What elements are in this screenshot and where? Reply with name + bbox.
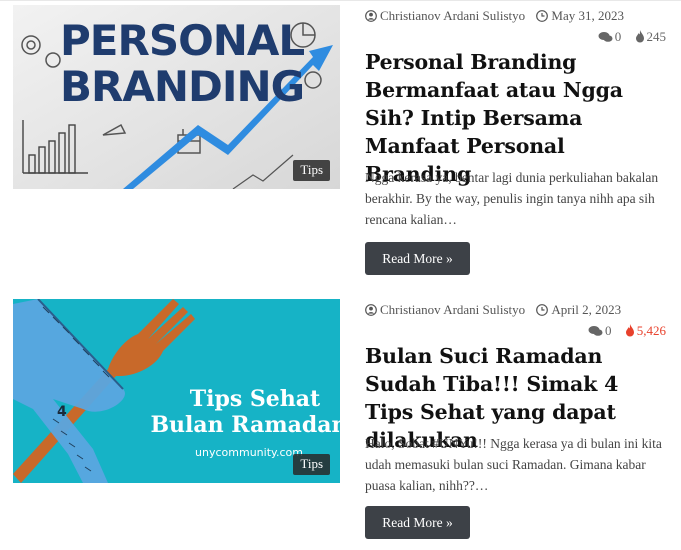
image-headline-line2: BRANDING xyxy=(60,62,304,111)
post-date: May 31, 2023 xyxy=(551,8,625,23)
post-date: April 2, 2023 xyxy=(551,302,622,317)
category-tag[interactable]: Tips xyxy=(293,454,330,475)
svg-text:4: 4 xyxy=(57,404,67,420)
comments-icon xyxy=(598,31,613,47)
read-more-button[interactable]: Read More » xyxy=(365,242,470,275)
clock-icon xyxy=(536,304,549,320)
post-thumbnail[interactable]: 4 Tips Sehat Bulan Ramadan unycommunity.… xyxy=(13,299,340,483)
view-count: 5,426 xyxy=(636,323,666,338)
post-meta: Christianov Ardani Sulistyo May 31, 2023 xyxy=(365,8,624,26)
fire-icon xyxy=(625,324,635,341)
user-icon xyxy=(365,304,377,320)
post-thumbnail[interactable]: PERSONAL BRANDING Tips xyxy=(13,5,340,189)
post-card: 4 Tips Sehat Bulan Ramadan unycommunity.… xyxy=(0,294,681,550)
author-name[interactable]: Christianov Ardani Sulistyo xyxy=(380,302,525,317)
post-stats: 0 5,426 xyxy=(588,323,666,341)
clock-icon xyxy=(536,10,549,26)
fire-icon xyxy=(635,30,645,47)
image-headline-line2: Bulan Ramadan xyxy=(150,412,340,438)
author-name[interactable]: Christianov Ardani Sulistyo xyxy=(380,8,525,23)
comment-count[interactable]: 0 xyxy=(615,29,622,44)
image-headline-line1: PERSONAL xyxy=(60,16,304,65)
post-excerpt: Ngga kerasa ya, bentar lagi dunia perkul… xyxy=(365,170,659,227)
category-tag[interactable]: Tips xyxy=(293,160,330,181)
image-watermark: unycommunity.com xyxy=(195,446,303,459)
view-count: 245 xyxy=(646,29,667,44)
personal-branding-image: PERSONAL BRANDING xyxy=(13,5,340,189)
image-headline-line1: Tips Sehat xyxy=(190,386,321,412)
comments-icon xyxy=(588,325,603,341)
read-more-button[interactable]: Read More » xyxy=(365,506,470,539)
post-stats: 0 245 xyxy=(598,29,666,47)
post-card: PERSONAL BRANDING Tips Christianov Ardan… xyxy=(0,0,681,280)
user-icon xyxy=(365,10,377,26)
ramadan-tips-image: 4 Tips Sehat Bulan Ramadan unycommunity.… xyxy=(13,299,340,483)
post-excerpt: Halo, Sobat #UNYu!!! Ngga kerasa ya di b… xyxy=(365,436,662,493)
post-meta: Christianov Ardani Sulistyo April 2, 202… xyxy=(365,302,621,320)
comment-count[interactable]: 0 xyxy=(605,323,612,338)
